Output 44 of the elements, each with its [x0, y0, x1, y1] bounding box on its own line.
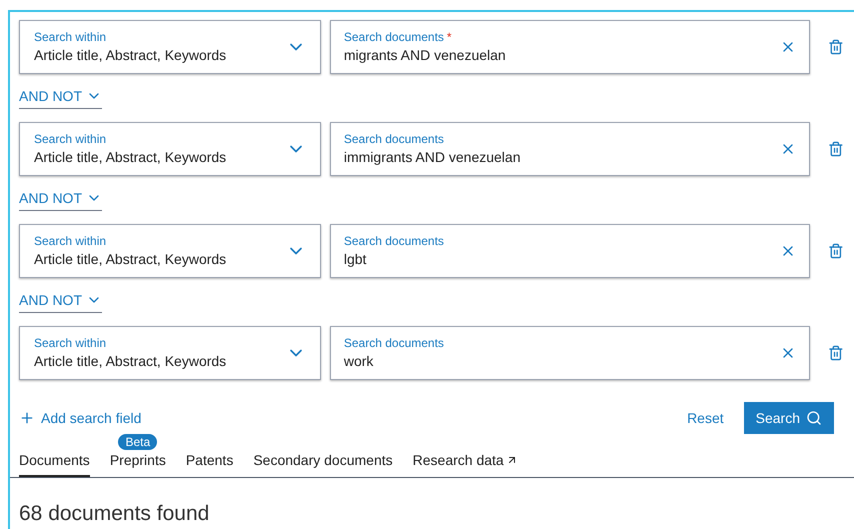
tab[interactable]: Preprints	[110, 450, 166, 476]
tab[interactable]: Patents	[186, 450, 234, 476]
field-value: migrants AND venezuelan	[344, 46, 507, 65]
field-value: Article title, Abstract, Keywords	[34, 352, 228, 371]
field-value: lgbt	[344, 250, 368, 269]
field-label: Search within	[34, 29, 108, 45]
field-label: Search within	[34, 233, 108, 249]
result-count: 68 documents found	[19, 502, 210, 524]
reset-button[interactable]: Reset	[687, 408, 724, 428]
tab[interactable]: Research data	[412, 450, 518, 476]
required-mark: *	[446, 29, 452, 45]
field-label: Search documents	[344, 131, 444, 147]
tab[interactable]: Secondary documents	[253, 450, 393, 476]
trash-icon[interactable]	[828, 38, 844, 56]
search-icon	[806, 410, 822, 426]
trash-icon[interactable]	[828, 344, 844, 362]
field-value: work	[344, 352, 374, 371]
field-label: Search documents	[344, 29, 444, 45]
search-button[interactable]: Search	[744, 402, 834, 434]
operator-dropdown[interactable]: AND NOT	[19, 290, 102, 312]
field-value: immigrants AND venezuelan	[344, 148, 522, 167]
search-within-select[interactable]: Search within Article title, Abstract, Keywords	[19, 20, 321, 74]
search-documents-field[interactable]: Search documents * migrants AND venezuelan	[330, 20, 810, 74]
field-label: Search within	[34, 335, 108, 351]
search-within-select[interactable]: Search within Article title, Abstract, Keywords	[19, 326, 321, 380]
search-within-select[interactable]: Search within Article title, Abstract, Keywords	[19, 122, 321, 176]
field-label: Search documents	[344, 335, 444, 351]
field-label: Search within	[34, 131, 108, 147]
operator-dropdown[interactable]: AND NOT	[19, 188, 102, 210]
field-label: Search documents	[344, 233, 444, 249]
field-value: Article title, Abstract, Keywords	[34, 46, 228, 65]
tab[interactable]: Documents	[19, 450, 90, 476]
plus-icon	[19, 410, 35, 426]
trash-icon[interactable]	[828, 140, 844, 158]
operator-dropdown[interactable]: AND NOT	[19, 86, 102, 108]
field-value: Article title, Abstract, Keywords	[34, 250, 228, 269]
search-documents-field[interactable]: Search documents lgbt	[330, 224, 810, 278]
search-documents-field[interactable]: Search documents work	[330, 326, 810, 380]
beta-badge: Beta	[118, 434, 158, 450]
trash-icon[interactable]	[828, 242, 844, 260]
search-documents-field[interactable]: Search documents immigrants AND venezuelan	[330, 122, 810, 176]
search-within-select[interactable]: Search within Article title, Abstract, Keywords	[19, 224, 321, 278]
field-value: Article title, Abstract, Keywords	[34, 148, 228, 167]
add-search-field-link[interactable]: Add search field	[19, 408, 142, 428]
